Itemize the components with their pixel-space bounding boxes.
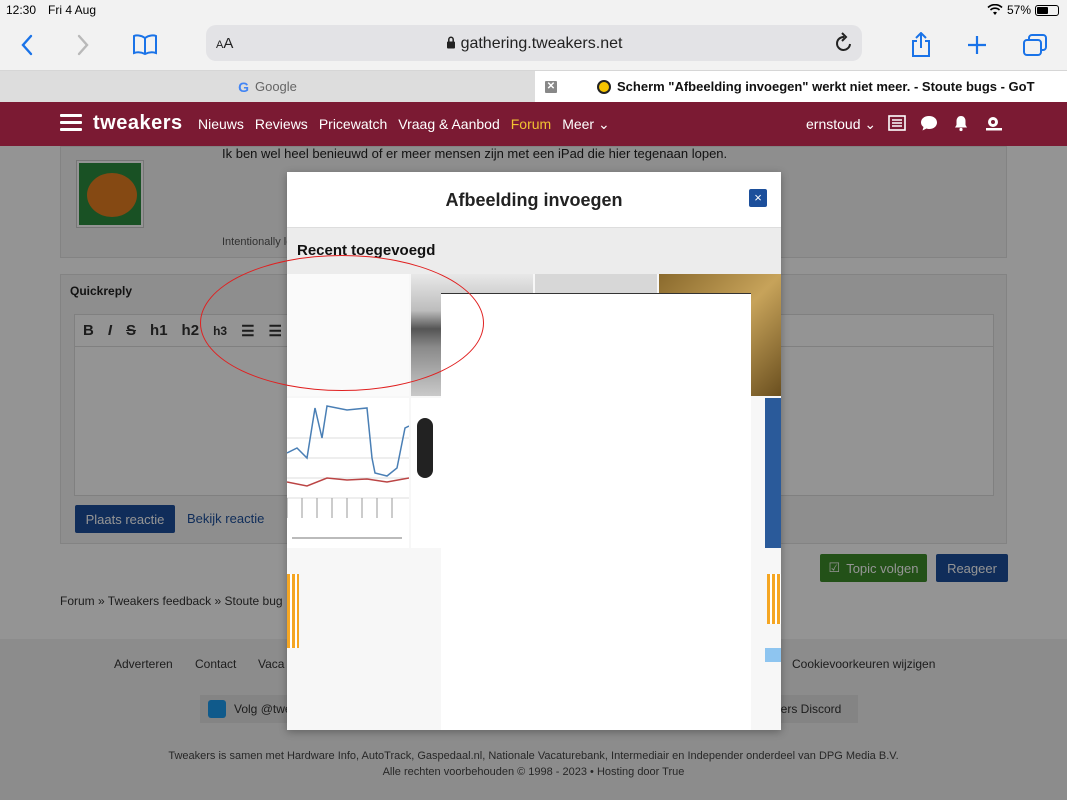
recent-section-title: Recent toegevoegd	[297, 242, 436, 259]
dialog-close-button[interactable]: ×	[749, 189, 767, 207]
battery-icon	[1035, 4, 1059, 16]
site-navbar: tweakers Nieuws Reviews Pricewatch Vraag…	[0, 102, 1067, 146]
image-grid	[287, 274, 781, 730]
user-menu[interactable]: ernstoud ⌄	[806, 116, 876, 133]
blank-image-area	[441, 293, 751, 730]
main-menu: Nieuws Reviews Pricewatch Vraag & Aanbod…	[198, 116, 610, 133]
image-thumbnail[interactable]	[287, 274, 409, 396]
dialog-header: Afbeelding invoegen ×	[287, 172, 781, 228]
hamburger-menu-icon[interactable]	[60, 114, 82, 132]
tab-active-label: Scherm "Afbeelding invoegen" werkt niet …	[617, 79, 1035, 94]
wifi-icon	[987, 4, 1003, 15]
image-thumbnail[interactable]	[765, 398, 781, 548]
bell-icon[interactable]	[952, 114, 970, 132]
google-icon: G	[238, 78, 249, 95]
tab-google[interactable]: G Google	[0, 71, 535, 102]
tab-active[interactable]: ✕ Scherm "Afbeelding invoegen" werkt nie…	[535, 71, 1067, 102]
status-date: Fri 4 Aug	[48, 3, 97, 17]
nav-icons	[888, 114, 1002, 132]
reload-icon[interactable]	[834, 32, 854, 54]
nav-item-meer[interactable]: Meer ⌄	[562, 116, 610, 133]
tab-close-icon[interactable]: ✕	[545, 80, 557, 93]
status-right: 57%	[987, 3, 1059, 17]
image-thumbnail[interactable]	[765, 648, 781, 662]
image-thumbnail[interactable]	[287, 398, 409, 548]
browser-toolbar: AA gathering.tweakers.net	[0, 22, 1067, 70]
url-label: gathering.tweakers.net	[460, 35, 623, 52]
insert-image-dialog: Afbeelding invoegen × Recent toegevoegd	[287, 172, 781, 730]
chart-thumbnail-icon	[287, 405, 409, 539]
nav-item-forum[interactable]: Forum	[511, 116, 551, 133]
status-time: 12:30	[6, 3, 37, 17]
tab-google-label: Google	[254, 79, 297, 94]
settings-icon[interactable]	[984, 114, 1002, 132]
back-icon[interactable]	[12, 30, 42, 60]
nav-item-meer-label: Meer	[562, 116, 595, 132]
image-thumbnail[interactable]	[411, 398, 441, 548]
site-logo[interactable]: tweakers	[93, 112, 183, 135]
tweakers-favicon-icon	[597, 79, 611, 94]
username: ernstoud	[806, 116, 861, 132]
battery-percent: 57%	[1006, 3, 1031, 17]
lock-icon	[446, 36, 455, 49]
nav-item-pricewatch[interactable]: Pricewatch	[319, 116, 387, 133]
share-icon[interactable]	[906, 30, 936, 60]
list-icon[interactable]	[888, 114, 906, 132]
image-thumbnail[interactable]	[767, 574, 781, 624]
bookmarks-icon[interactable]	[130, 30, 160, 60]
image-thumbnail[interactable]	[287, 574, 299, 648]
status-bar: 12:30 Fri 4 Aug 57%	[0, 0, 1067, 22]
nav-item-vraag-aanbod[interactable]: Vraag & Aanbod	[398, 116, 499, 133]
nav-item-nieuws[interactable]: Nieuws	[198, 116, 244, 133]
chat-icon[interactable]	[920, 114, 938, 132]
url-text: gathering.tweakers.net	[206, 35, 862, 53]
tabs-overview-icon[interactable]	[1020, 30, 1050, 60]
address-bar[interactable]: AA gathering.tweakers.net	[206, 25, 862, 61]
dialog-title: Afbeelding invoegen	[445, 190, 623, 210]
recent-section-header: Recent toegevoegd	[287, 228, 781, 274]
forward-icon[interactable]	[68, 30, 98, 60]
tab-bar: G Google ✕ Scherm "Afbeelding invoegen" …	[0, 70, 1067, 102]
chevron-down-icon: ⌄	[597, 116, 610, 132]
nav-item-reviews[interactable]: Reviews	[255, 116, 308, 133]
new-tab-icon[interactable]	[962, 30, 992, 60]
chevron-down-icon: ⌄	[864, 116, 877, 132]
